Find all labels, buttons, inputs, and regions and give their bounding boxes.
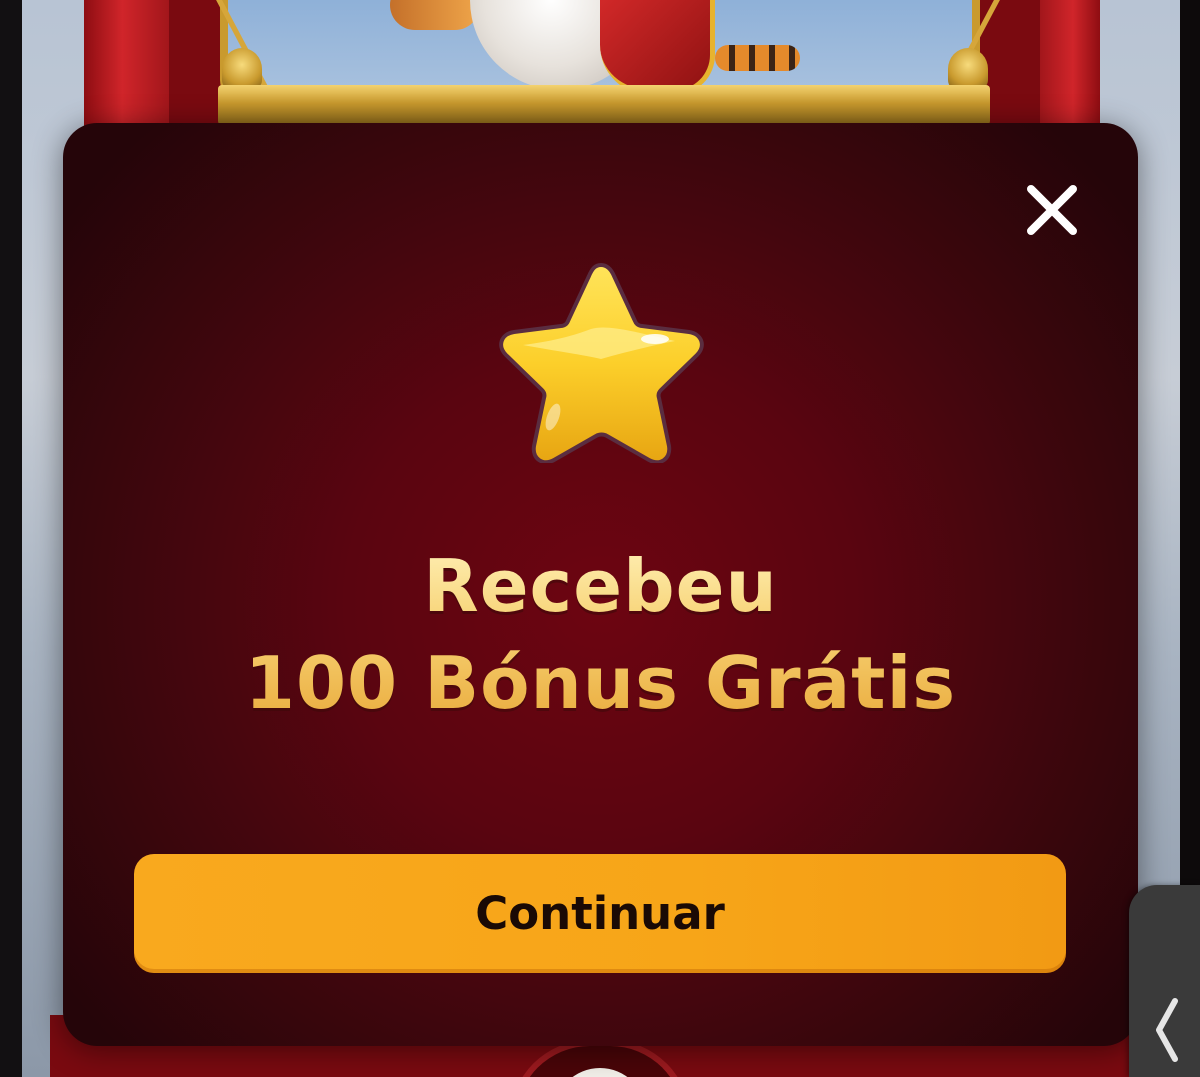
continue-button[interactable]: Continuar bbox=[134, 854, 1066, 973]
reward-title: Recebeu 100 Bónus Grátis bbox=[63, 538, 1138, 732]
reward-title-line-2: 100 Bónus Grátis bbox=[244, 641, 957, 725]
side-panel-tab[interactable] bbox=[1129, 885, 1200, 1077]
close-button[interactable] bbox=[1017, 175, 1087, 245]
star-icon bbox=[495, 259, 707, 463]
chevron-left-icon bbox=[1151, 995, 1181, 1065]
bonus-reward-dialog: Recebeu 100 Bónus Grátis Continuar bbox=[63, 123, 1138, 1046]
reward-title-line-1: Recebeu bbox=[423, 544, 778, 628]
close-icon bbox=[1027, 185, 1077, 235]
